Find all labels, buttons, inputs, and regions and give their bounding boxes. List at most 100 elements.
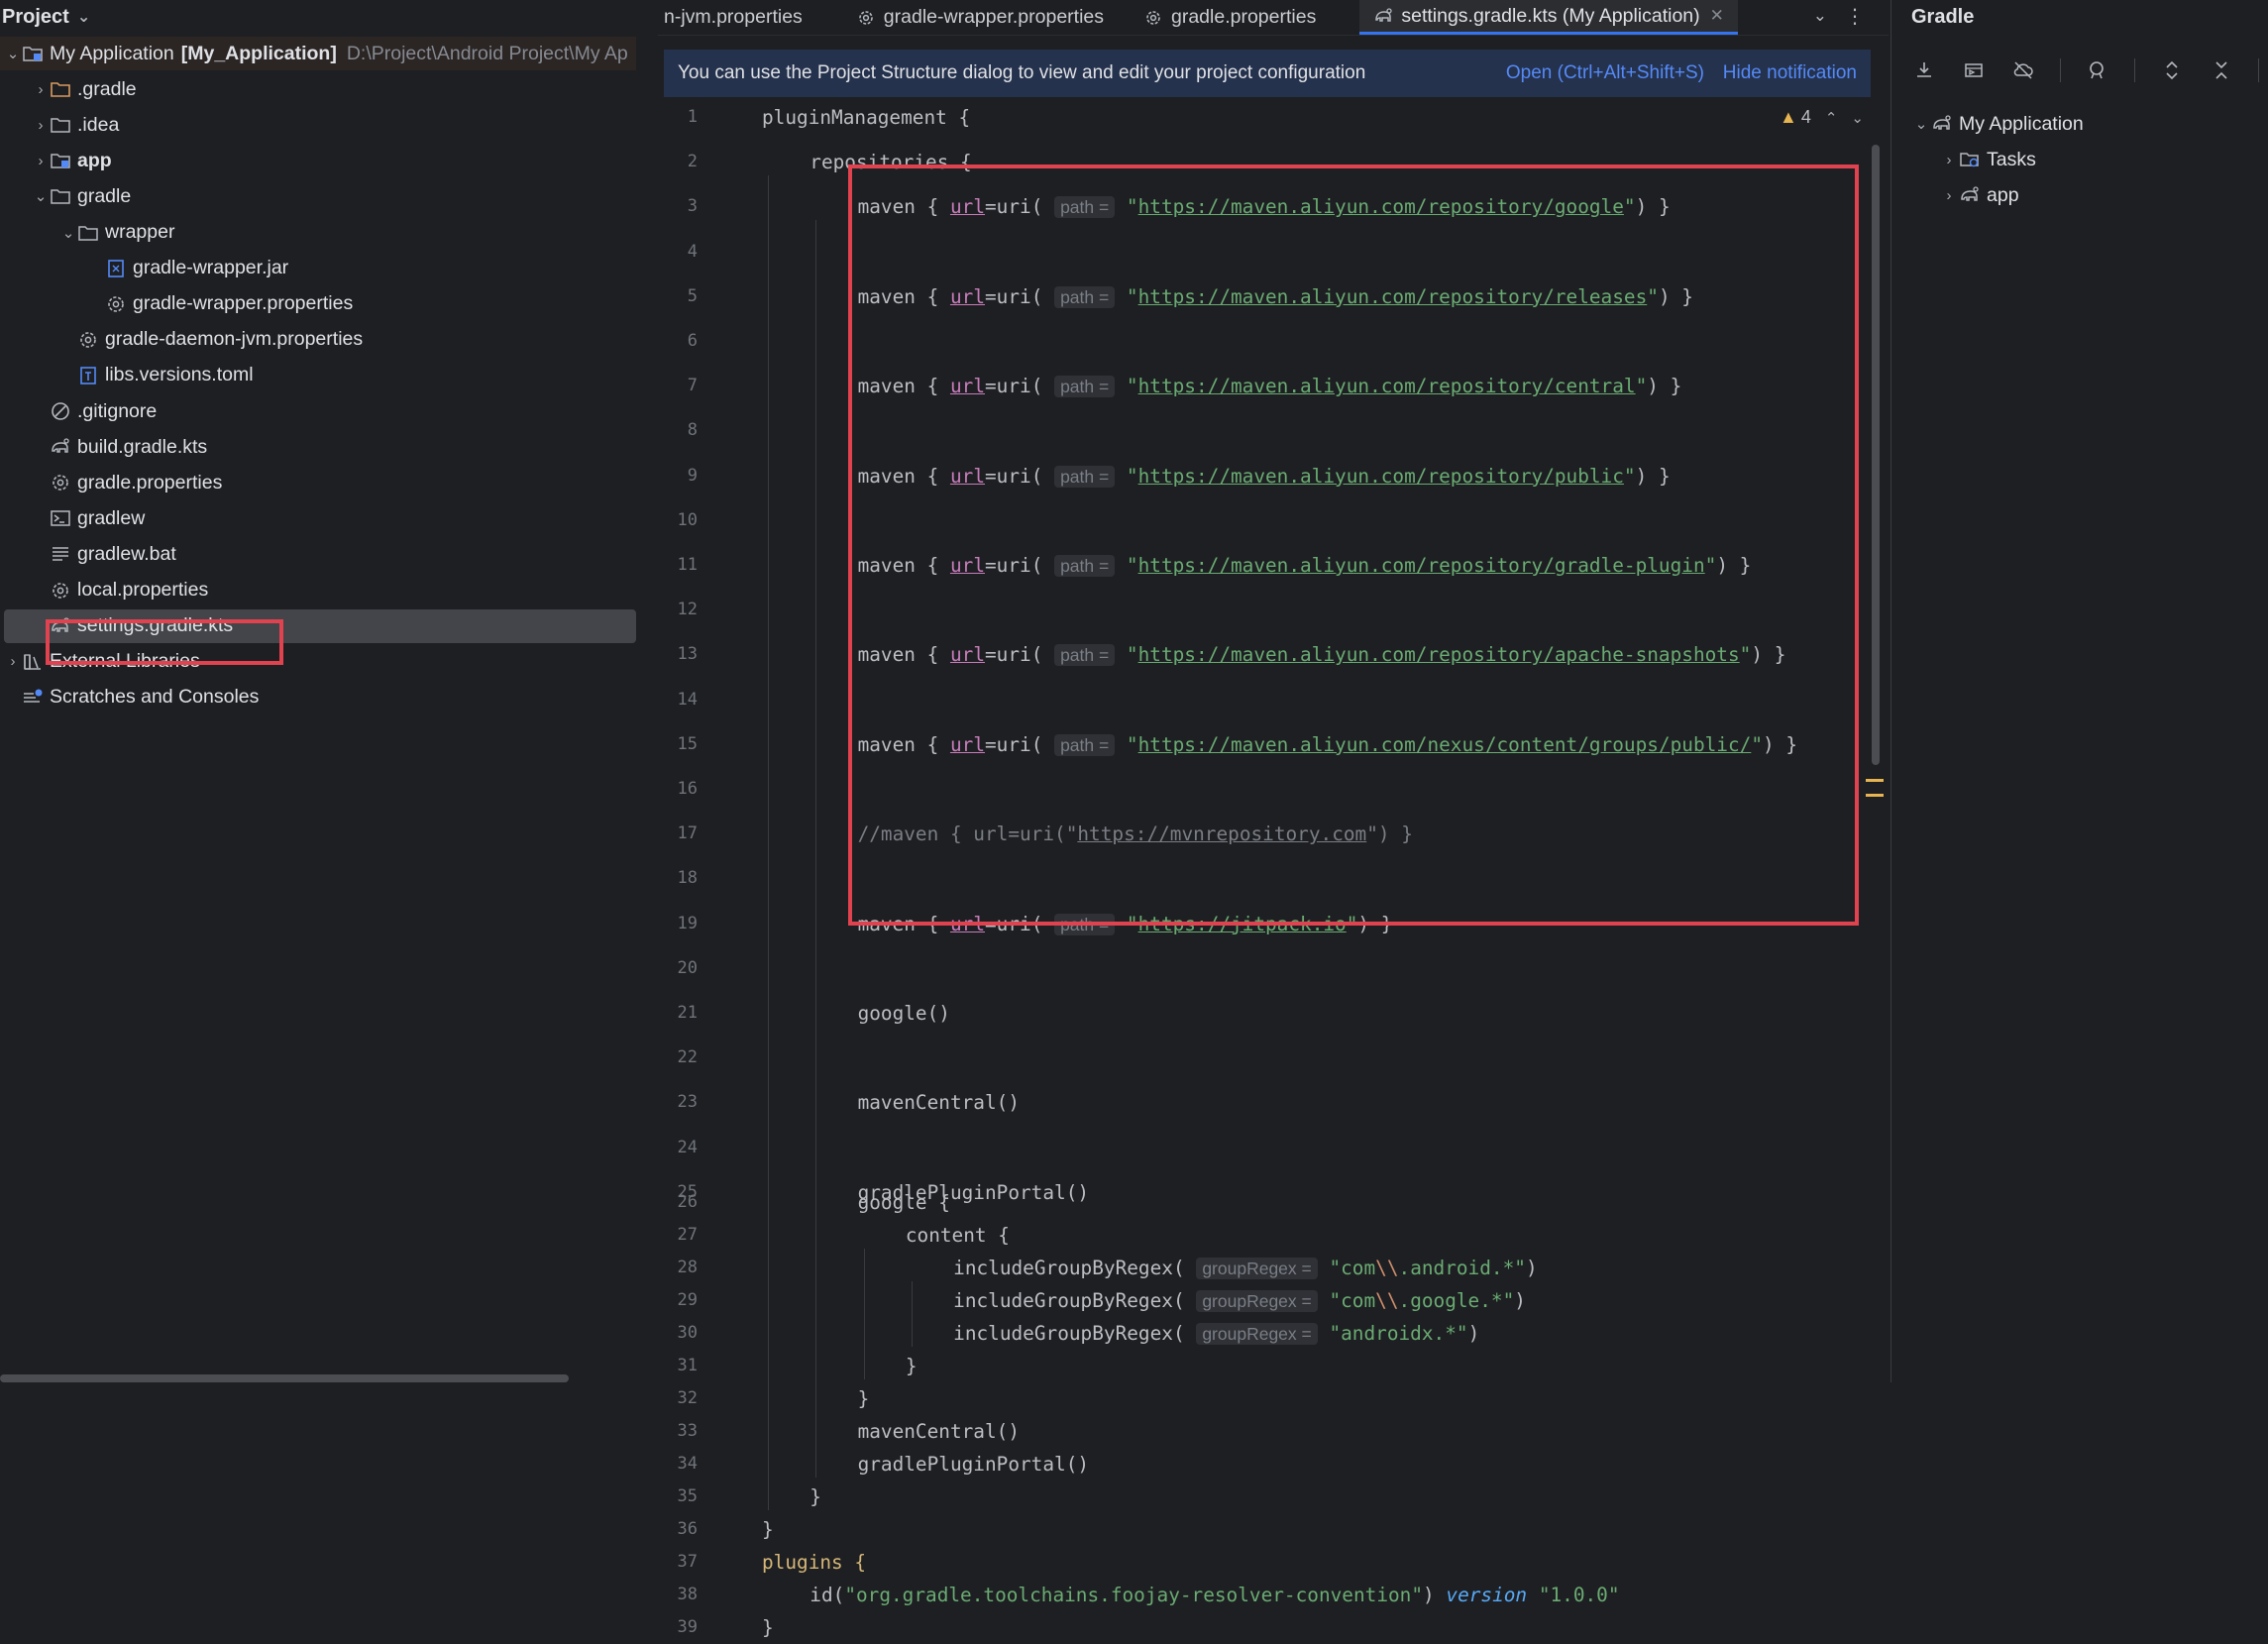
horizontal-scrollbar[interactable] xyxy=(0,1374,569,1382)
gradle-tool-window: Gradle ⌄ My Application › Tasks › app xyxy=(1890,0,2268,1382)
code-text: google() xyxy=(858,997,950,1030)
tree-item-gradle-wrapper-jar[interactable]: gradle-wrapper.jar xyxy=(0,252,636,285)
tree-item-app[interactable]: › app xyxy=(0,144,636,177)
inspection-widget[interactable]: ▲ 4 ⌃ ⌄ xyxy=(1780,107,1864,128)
string: androidx.* xyxy=(1341,1322,1457,1345)
warning-marker[interactable] xyxy=(1866,794,1884,797)
tab-gradle-properties[interactable]: gradle.properties xyxy=(1130,0,1330,35)
line-number: 8 xyxy=(687,420,698,441)
tree-item-gradle[interactable]: › .gradle xyxy=(0,72,636,106)
tree-item-libs-versions-toml[interactable]: libs.versions.toml xyxy=(0,359,636,392)
tree-item-label: build.gradle.kts xyxy=(77,435,208,458)
download-icon[interactable] xyxy=(1911,57,1937,83)
expand-all-icon[interactable] xyxy=(2159,57,2185,83)
chevron-down-icon[interactable]: ⌄ xyxy=(59,224,77,242)
folder-icon xyxy=(77,222,99,244)
line-number: 33 xyxy=(677,1421,698,1441)
chevron-right-icon[interactable]: › xyxy=(32,117,50,134)
code-line[interactable]: 38 id("org.gradle.toolchains.foojay-resol… xyxy=(658,1579,1887,1611)
tree-item-gitignore[interactable]: .gitignore xyxy=(0,394,636,428)
string: .android.* xyxy=(1398,1257,1515,1279)
code-line[interactable]: 30 includeGroupByRegex( groupRegex = "and… xyxy=(658,1317,1887,1350)
chevron-right-icon[interactable]: › xyxy=(4,653,22,670)
code-line[interactable]: 27 content { xyxy=(658,1219,1887,1252)
collapse-all-icon[interactable] xyxy=(2209,57,2234,83)
more-vertical-icon[interactable]: ⋮ xyxy=(1845,4,1865,29)
tree-item-my-application[interactable]: ⌄ My Application [My_Application] D:\Projec… xyxy=(0,37,636,70)
code-line[interactable]: 24 xyxy=(658,1132,1887,1164)
code-line[interactable]: 32} xyxy=(658,1382,1887,1415)
tree-item-gradlew-bat[interactable]: gradlew.bat xyxy=(0,537,636,571)
chevron-right-icon[interactable]: › xyxy=(32,153,50,169)
code-line[interactable]: 36} xyxy=(658,1513,1887,1546)
text-lines-icon xyxy=(50,543,71,565)
code-line[interactable]: 28 includeGroupByRegex( groupRegex = "com… xyxy=(658,1252,1887,1284)
tree-item-wrapper[interactable]: ⌄ wrapper xyxy=(0,216,636,250)
tree-item-local-properties[interactable]: local.properties xyxy=(0,574,636,607)
warning-marker[interactable] xyxy=(1866,779,1884,782)
chevron-down-icon[interactable]: ⌄ xyxy=(4,45,22,62)
code-token: includeGroupByRegex( xyxy=(953,1322,1185,1345)
tree-item-gradle-properties[interactable]: gradle.properties xyxy=(0,466,636,499)
tab-daemon-jvm-properties[interactable]: n-jvm.properties xyxy=(658,0,816,35)
chevron-right-icon[interactable]: › xyxy=(1939,152,1959,168)
line-number: 34 xyxy=(677,1454,698,1474)
chevron-right-icon[interactable]: › xyxy=(32,81,50,98)
code-token: includeGroupByRegex( xyxy=(953,1257,1185,1279)
vertical-scrollbar[interactable] xyxy=(1872,145,1880,765)
code-token: ) xyxy=(1467,1322,1480,1345)
tree-label: My Application xyxy=(1959,112,2084,135)
tree-item-scratches-and-consoles[interactable]: Scratches and Consoles xyxy=(0,681,636,714)
chevron-down-icon[interactable]: ⌄ xyxy=(1911,115,1931,133)
code-line[interactable]: 21 google() xyxy=(658,997,1887,1030)
chevron-right-icon[interactable]: › xyxy=(1939,187,1959,204)
code-line[interactable]: 35} xyxy=(658,1480,1887,1513)
tab-settings-gradle-kts[interactable]: settings.gradle.kts (My Application) ✕ xyxy=(1359,0,1738,35)
hide-notification-link[interactable]: Hide notification xyxy=(1723,62,1857,84)
chevron-down-icon[interactable]: ⌄ xyxy=(1813,6,1827,26)
tree-item-gradlew[interactable]: gradlew xyxy=(0,501,636,535)
tree-item-label: gradle-wrapper.jar xyxy=(133,257,289,279)
tree-item-gradle[interactable]: ⌄ gradle xyxy=(0,179,636,213)
line-number: 22 xyxy=(677,1047,698,1068)
tree-item-build-gradle-kts[interactable]: build.gradle.kts xyxy=(0,430,636,464)
code-line[interactable]: 22 xyxy=(658,1041,1887,1074)
line-number: 5 xyxy=(687,285,698,306)
tab-gradle-wrapper-properties[interactable]: gradle-wrapper.properties xyxy=(842,0,1118,35)
close-tab-icon[interactable]: ✕ xyxy=(1710,6,1724,26)
code-line[interactable]: 37 plugins { xyxy=(658,1546,1887,1579)
code-line[interactable]: 26 google { xyxy=(658,1186,1887,1219)
code-line[interactable]: 33 mavenCentral() xyxy=(658,1415,1887,1448)
line-number: 6 xyxy=(687,331,698,351)
project-view-selector[interactable]: Project ⌄ xyxy=(0,0,654,34)
gradle-tree-my-application[interactable]: ⌄ My Application xyxy=(1911,107,2084,141)
chevron-down-icon[interactable]: ⌄ xyxy=(1851,109,1864,127)
offline-icon[interactable] xyxy=(2010,57,2036,83)
line-number: 12 xyxy=(677,600,698,620)
code-line[interactable]: 23 mavenCentral() xyxy=(658,1086,1887,1119)
line-number: 36 xyxy=(677,1519,698,1539)
chevron-down-icon[interactable]: ⌄ xyxy=(32,187,50,205)
chevron-up-icon[interactable]: ⌃ xyxy=(1825,109,1838,127)
gradle-elephant-icon xyxy=(1931,113,1953,135)
code-line[interactable]: 34 gradlePluginPortal() xyxy=(658,1448,1887,1480)
gradle-tree-app[interactable]: › app xyxy=(1939,178,2019,212)
gradle-tree-tasks[interactable]: › Tasks xyxy=(1939,143,2036,176)
tree-item-label: .gradle xyxy=(77,77,137,100)
line-number: 28 xyxy=(677,1258,698,1277)
line-number: 21 xyxy=(677,1003,698,1023)
code-line[interactable]: 39} xyxy=(658,1611,1887,1644)
code-line[interactable]: 31} xyxy=(658,1350,1887,1382)
tree-item-gradle-wrapper-properties[interactable]: gradle-wrapper.properties xyxy=(0,287,636,321)
code-line[interactable]: 1 pluginManagement { xyxy=(658,101,1887,134)
code-line[interactable]: 20 xyxy=(658,952,1887,985)
string: com xyxy=(1341,1289,1376,1312)
code-line[interactable]: 29 includeGroupByRegex( groupRegex = "com… xyxy=(658,1284,1887,1317)
open-project-structure-link[interactable]: Open (Ctrl+Alt+Shift+S) xyxy=(1506,62,1704,84)
toolbar-separator xyxy=(2258,58,2259,82)
run-config-icon[interactable] xyxy=(1961,57,1987,83)
tree-item-idea[interactable]: › .idea xyxy=(0,108,636,142)
analyze-icon[interactable] xyxy=(2085,57,2110,83)
tree-item-gradle-daemon-jvm-properties[interactable]: gradle-daemon-jvm.properties xyxy=(0,323,636,357)
line-number: 35 xyxy=(677,1486,698,1506)
